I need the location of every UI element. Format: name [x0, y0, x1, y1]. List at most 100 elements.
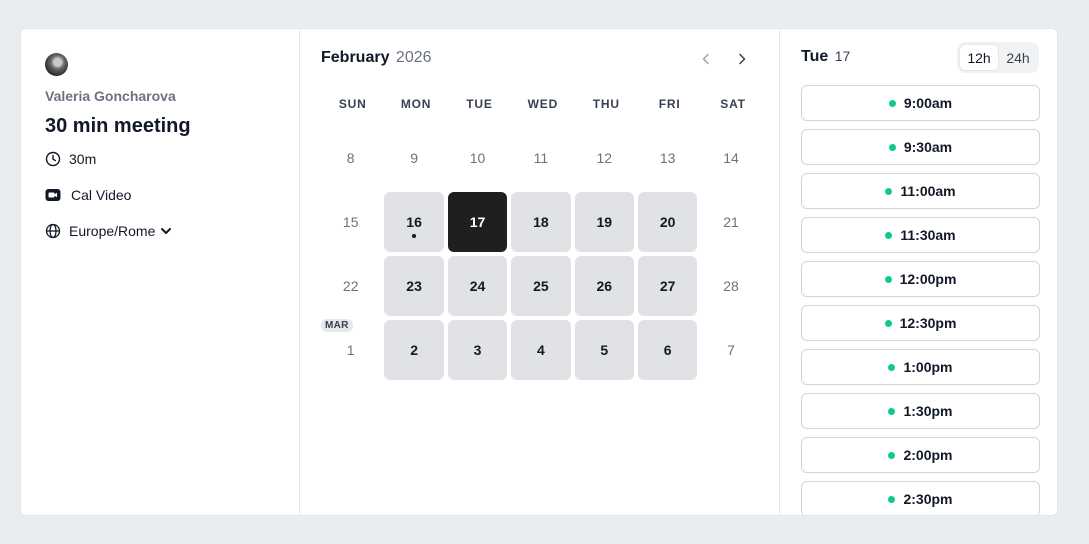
- day-number: 10: [469, 150, 486, 166]
- day-number: 13: [659, 150, 676, 166]
- day-number: 4: [536, 342, 545, 358]
- year-label: 2026: [395, 49, 432, 66]
- calendar-day-available[interactable]: 20: [637, 192, 698, 252]
- location-label: Cal Video: [71, 187, 132, 203]
- day-number: 27: [659, 278, 676, 294]
- clock-icon: [45, 151, 61, 167]
- day-number: 6: [663, 342, 672, 358]
- time-slot-button[interactable]: 12:00pm: [801, 261, 1040, 297]
- duration-label: 30m: [69, 151, 97, 167]
- selected-weekday: Tue: [801, 48, 829, 65]
- availability-dot-icon: [885, 187, 893, 195]
- time-slot-button[interactable]: 2:00pm: [801, 437, 1040, 473]
- calendar-day: 13: [638, 128, 697, 188]
- weekday-fri: FRI: [658, 97, 681, 111]
- time-slot-button[interactable]: 1:00pm: [801, 349, 1040, 385]
- time-slot-label: 2:30pm: [903, 491, 953, 507]
- previous-month-button[interactable]: [697, 49, 715, 69]
- location-row: Cal Video: [45, 187, 131, 203]
- calendar-day-available[interactable]: 16: [384, 192, 444, 252]
- format-24h-button[interactable]: 24h: [999, 44, 1037, 71]
- weekday-sat: SAT: [720, 97, 746, 111]
- calendar-day: 11: [511, 128, 570, 188]
- event-title: 30 min meeting: [45, 115, 191, 137]
- calendar-day: 15: [321, 192, 380, 252]
- event-info-panel: Valeria Goncharova 30 min meeting 30m Ca…: [21, 29, 300, 515]
- timezone-label: Europe/Rome: [69, 223, 156, 239]
- time-format-toggle: 12h 24h: [957, 42, 1039, 73]
- calendar-day-available[interactable]: 2: [384, 320, 444, 380]
- calendar-day-available[interactable]: 27: [637, 256, 698, 316]
- host-name: Valeria Goncharova: [45, 88, 176, 104]
- day-number: 11: [533, 150, 549, 166]
- time-slot-button[interactable]: 12:30pm: [801, 305, 1040, 341]
- calendar-day-available[interactable]: 5: [574, 320, 634, 380]
- day-number: 15: [342, 214, 359, 230]
- calendar-day: 1 MAR: [321, 319, 380, 380]
- day-number: 21: [723, 214, 739, 230]
- day-number: 16: [406, 214, 422, 230]
- calendar-day-available[interactable]: 3: [447, 320, 508, 380]
- availability-dot-icon: [888, 99, 896, 107]
- weekday-tue: TUE: [466, 97, 493, 111]
- calendar-day: 22: [321, 256, 380, 316]
- calendar-day-available[interactable]: 6: [637, 320, 698, 380]
- day-number: 9: [410, 150, 418, 166]
- day-number: 18: [533, 214, 549, 230]
- calendar-day: 14: [701, 128, 760, 188]
- availability-dot-icon: [888, 363, 896, 371]
- day-number: 28: [723, 278, 739, 294]
- calendar-day-available[interactable]: 25: [511, 256, 571, 316]
- calendar-day-selected[interactable]: 17: [447, 192, 508, 252]
- calendar-day-available[interactable]: 23: [384, 256, 444, 316]
- timezone-select[interactable]: Europe/Rome: [45, 223, 173, 239]
- day-number: 25: [533, 278, 549, 294]
- chevron-right-icon: [739, 53, 746, 65]
- weekday-mon: MON: [400, 97, 432, 111]
- time-slot-label: 2:00pm: [903, 447, 953, 463]
- selected-date: 17: [834, 48, 851, 64]
- day-number: 23: [406, 278, 422, 294]
- time-slot-label: 1:00pm: [903, 359, 953, 375]
- format-12h-button[interactable]: 12h: [959, 44, 999, 71]
- month-label: February: [321, 49, 390, 66]
- day-number: 26: [596, 278, 613, 294]
- time-slot-button[interactable]: 1:30pm: [801, 393, 1040, 429]
- day-number: 2: [410, 342, 418, 358]
- day-number: 3: [473, 342, 482, 358]
- day-number: 17: [469, 214, 486, 230]
- time-slot-button[interactable]: 9:30am: [801, 129, 1040, 165]
- weekday-header: SUN MON TUE WED THU FRI SAT: [321, 97, 765, 111]
- day-number: 20: [659, 214, 676, 230]
- calendar-day: 10: [448, 128, 507, 188]
- time-slot-label: 9:30am: [903, 139, 953, 155]
- day-grid: 8 9 10 11 12 13 14 15 16 17 18 19 20 21 22 23 24 25 26 27 28…: [321, 128, 765, 380]
- availability-dot-icon: [888, 407, 896, 415]
- calendar-day-available[interactable]: 19: [574, 192, 634, 252]
- availability-dot-icon: [888, 451, 896, 459]
- calendar-day: 21: [701, 192, 760, 252]
- globe-icon: [45, 223, 61, 239]
- calendar-day: 12: [575, 128, 634, 188]
- time-slot-button[interactable]: 9:00am: [801, 85, 1040, 121]
- day-number: 19: [596, 214, 613, 230]
- calendar-day-available[interactable]: 24: [447, 256, 508, 316]
- booking-card: Valeria Goncharova 30 min meeting 30m Ca…: [20, 28, 1058, 516]
- availability-dot-icon: [888, 143, 896, 151]
- calendar-day-available[interactable]: 18: [511, 192, 571, 252]
- time-slot-button[interactable]: 11:00am: [801, 173, 1040, 209]
- time-slot-label: 12:30pm: [899, 315, 957, 331]
- next-month-button[interactable]: [733, 49, 751, 69]
- time-slot-label: 11:30am: [900, 227, 956, 243]
- calendar-day: 28: [701, 256, 760, 316]
- calendar-day-available[interactable]: 4: [511, 320, 571, 380]
- weekday-thu: THU: [592, 97, 620, 111]
- time-slot-button[interactable]: 2:30pm: [801, 481, 1040, 515]
- calendar-month-title: February 2026: [321, 49, 432, 67]
- day-number: 1: [346, 342, 355, 358]
- chevron-left-icon: [702, 53, 709, 65]
- calendar-day-available[interactable]: 26: [574, 256, 634, 316]
- calendar-day: 8: [321, 128, 380, 188]
- time-slot-button[interactable]: 11:30am: [801, 217, 1040, 253]
- availability-dot-icon: [888, 495, 896, 503]
